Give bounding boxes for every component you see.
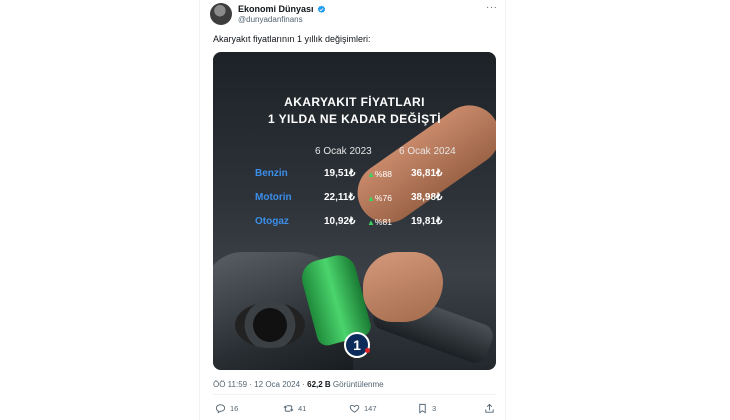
change-value: %81 (374, 217, 392, 227)
action-bar: 16 41 147 3 (213, 403, 496, 417)
new-price: 36,81₺ (411, 168, 443, 179)
logo-dot (365, 348, 370, 353)
headline-line-1: AKARYAKIT FİYATLARI (284, 95, 425, 109)
price-row: Benzin 19,51₺ ▲%88 36,81₺ (249, 168, 469, 188)
change-percent: ▲%88 (367, 169, 392, 179)
reply-count: 16 (230, 404, 239, 413)
bookmark-button[interactable]: 3 (417, 403, 436, 414)
views-count: 62,2 B (307, 380, 331, 389)
old-price: 19,51₺ (324, 168, 356, 179)
up-triangle-icon: ▲ (367, 194, 375, 203)
headline-line-2: 1 YILDA NE KADAR DEĞİŞTİ (268, 112, 441, 126)
up-triangle-icon: ▲ (367, 218, 375, 227)
more-icon[interactable]: ··· (486, 2, 498, 13)
share-button[interactable] (484, 403, 495, 414)
change-value: %76 (374, 193, 392, 203)
retweet-button[interactable]: 41 (283, 403, 306, 414)
column-header-old: 6 Ocak 2023 (315, 146, 372, 157)
tweet-image[interactable]: AKARYAKIT FİYATLARI 1 YILDA NE KADAR DEĞ… (213, 52, 496, 370)
tweet-meta: ÖÖ 11:59 · 12 Oca 2024 · 62,2 B Görüntül… (213, 380, 384, 389)
share-icon (485, 403, 494, 413)
reply-icon (215, 404, 226, 414)
price-row: Motorin 22,11₺ ▲%76 38,98₺ (249, 192, 469, 212)
fuel-label: Benzin (255, 168, 288, 179)
retweet-icon (283, 405, 294, 412)
like-icon (349, 404, 360, 413)
up-triangle-icon: ▲ (367, 170, 375, 179)
author-display-name[interactable]: Ekonomi Dünyası (238, 4, 314, 14)
like-button[interactable]: 147 (349, 403, 377, 414)
retweet-count: 41 (298, 404, 307, 413)
new-price: 38,98₺ (411, 192, 443, 203)
old-price: 22,11₺ (324, 192, 355, 203)
like-count: 147 (364, 404, 377, 413)
price-row: Otogaz 10,92₺ ▲%81 19,81₺ (249, 216, 469, 236)
channel-logo: 1 (344, 332, 370, 358)
verified-badge-icon (317, 5, 325, 13)
fuel-cap-graphic (235, 302, 305, 348)
new-price: 19,81₺ (411, 216, 443, 227)
change-value: %88 (374, 169, 392, 179)
author-name-row: Ekonomi Dünyası (238, 4, 326, 14)
column-header-new: 6 Ocak 2024 (399, 146, 456, 157)
image-headline: AKARYAKIT FİYATLARI 1 YILDA NE KADAR DEĞ… (213, 94, 496, 128)
fuel-label: Motorin (255, 192, 292, 203)
tweet-text: Akaryakıt fiyatlarının 1 yıllık değişiml… (213, 34, 371, 44)
avatar[interactable] (210, 3, 232, 25)
right-column-border (505, 0, 506, 420)
bookmark-count: 3 (432, 404, 437, 413)
reply-button[interactable]: 16 (215, 403, 238, 414)
change-percent: ▲%76 (367, 193, 392, 203)
change-percent: ▲%81 (367, 217, 392, 227)
timestamp[interactable]: ÖÖ 11:59 · 12 Oca 2024 · (213, 380, 307, 389)
fuel-label: Otogaz (255, 216, 289, 227)
tweet: Ekonomi Dünyası @dunyadanfinans ··· Akar… (200, 0, 505, 420)
old-price: 10,92₺ (324, 216, 356, 227)
author-handle[interactable]: @dunyadanfinans (238, 15, 303, 24)
bookmark-icon (419, 403, 426, 414)
views-label: Görüntülenme (330, 380, 384, 389)
actions-divider (213, 394, 496, 395)
